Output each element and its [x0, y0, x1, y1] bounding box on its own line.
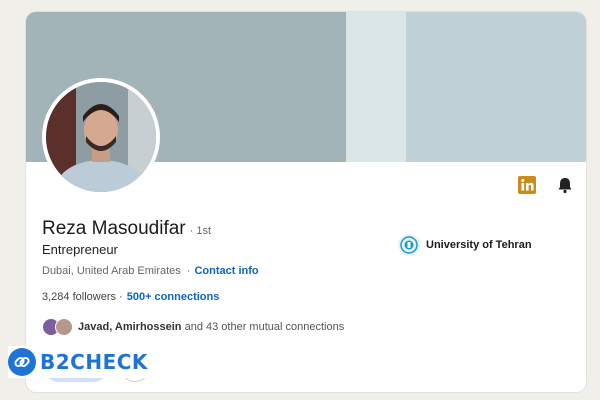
education-entry[interactable]: University of Tehran — [398, 234, 532, 256]
contact-info-link[interactable]: Contact info — [194, 265, 258, 277]
profile-card: Reza Masoudifar · 1st Entrepreneur Dubai… — [26, 12, 586, 392]
university-logo-icon — [398, 234, 420, 256]
connection-degree: · 1st — [189, 225, 212, 237]
network-stats: 3,284 followers · 500+ connections — [42, 291, 219, 303]
mutual-names: Javad, Amirhossein — [78, 321, 182, 333]
university-name: University of Tehran — [426, 239, 532, 251]
watermark-text: B2CHECK — [40, 350, 148, 374]
link-icon — [8, 348, 36, 376]
profile-headline: Entrepreneur — [42, 242, 118, 257]
bell-icon[interactable] — [556, 176, 574, 194]
avatar-photo — [46, 82, 156, 192]
location-separator: · — [186, 265, 191, 277]
banner-stripe — [346, 12, 406, 162]
name-row: Reza Masoudifar · 1st — [42, 218, 211, 240]
mutual-avatar — [55, 318, 73, 336]
location-row: Dubai, United Arab Emirates · Contact in… — [42, 265, 259, 277]
mutual-connections-text: Javad, Amirhossein and 43 other mutual c… — [78, 321, 344, 333]
profile-location: Dubai, United Arab Emirates — [42, 265, 181, 277]
linkedin-icon[interactable] — [518, 176, 536, 194]
followers-count: 3,284 followers · — [42, 291, 123, 303]
profile-name: Reza Masoudifar — [42, 218, 186, 239]
profile-avatar[interactable] — [42, 78, 160, 196]
mutual-connections[interactable]: Javad, Amirhossein and 43 other mutual c… — [42, 318, 344, 336]
watermark: B2CHECK — [8, 346, 154, 378]
connections-link[interactable]: 500+ connections — [127, 291, 220, 303]
mutual-rest: and 43 other mutual connections — [181, 321, 345, 333]
